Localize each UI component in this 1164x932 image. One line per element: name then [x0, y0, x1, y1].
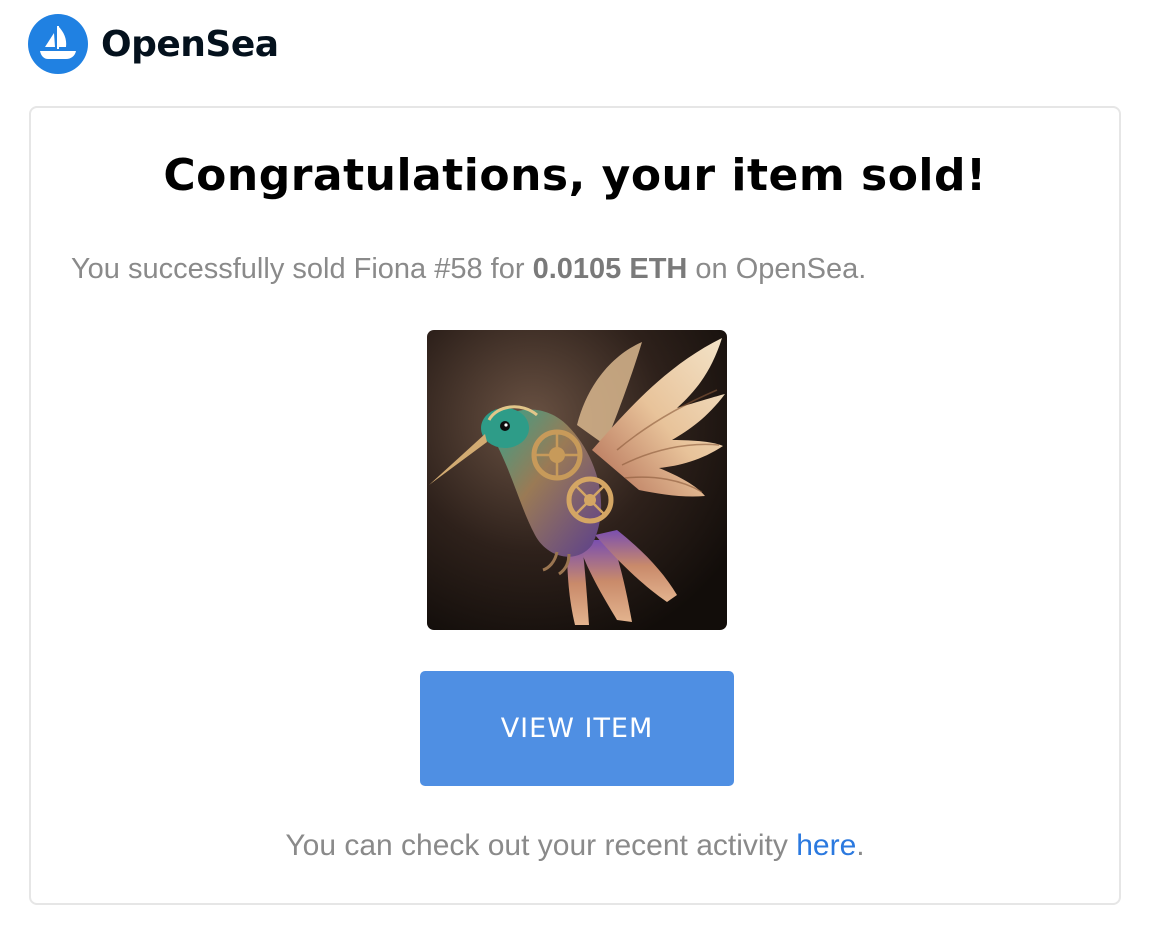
sold-price: 0.0105 ETH [532, 253, 688, 285]
sold-message-prefix: You successfully sold Fiona #58 for [71, 253, 525, 285]
email-card: Congratulations, your item sold! You suc… [29, 106, 1121, 905]
sold-message: You successfully sold Fiona #58 for 0.01… [71, 253, 866, 286]
email-header: OpenSea [28, 14, 279, 74]
opensea-logo [28, 14, 88, 74]
activity-message-prefix: You can check out your recent activity [285, 829, 788, 862]
sailboat-icon [40, 26, 76, 59]
headline: Congratulations, your item sold! [163, 150, 987, 201]
activity-here-link[interactable]: here [796, 829, 856, 862]
brand-name: OpenSea [101, 23, 279, 65]
activity-message-suffix: . [856, 829, 865, 862]
hummingbird-artwork [427, 330, 727, 630]
activity-message: You can check out your recent activity h… [31, 829, 1119, 863]
sold-message-suffix: on OpenSea. [695, 253, 867, 285]
view-item-button[interactable]: VIEW ITEM [420, 671, 734, 786]
nft-image[interactable] [427, 330, 727, 630]
